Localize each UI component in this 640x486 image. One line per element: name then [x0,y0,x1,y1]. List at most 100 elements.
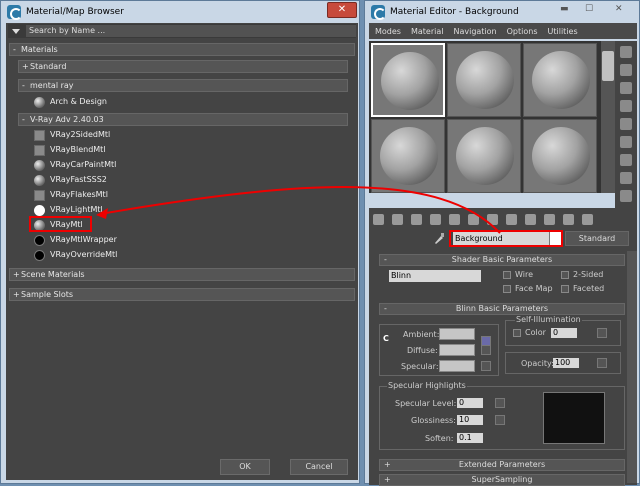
go-forward-icon[interactable] [582,213,593,225]
opacity-spinner[interactable]: 100 [553,358,579,368]
material-swatch-icon [34,235,45,246]
sample-slot[interactable] [523,119,597,193]
rollout-shader-basic[interactable]: - Shader Basic Parameters [379,254,625,266]
slots-scrollbar[interactable] [601,41,615,193]
options-icon[interactable] [620,154,632,166]
sample-slot[interactable] [371,119,445,193]
maximize-icon[interactable]: ☐ [585,4,593,14]
diffuse-color-swatch[interactable] [439,344,475,356]
group-vray[interactable]: - V-Ray Adv 2.40.03 [18,113,348,126]
browser-titlebar[interactable]: Material/Map Browser [1,1,359,23]
search-input[interactable]: Search by Name ... [26,25,356,37]
list-item-vraymtlwrapper[interactable]: VRayMtlWrapper [30,233,348,247]
self-illumination-label: Self-Illumination [515,315,582,324]
menu-navigation[interactable]: Navigation [453,27,496,36]
opacity-label: Opacity: [521,359,554,368]
soften-spinner[interactable]: 0.1 [457,433,483,443]
backlight-icon[interactable] [620,64,632,76]
face-map-label: Face Map [515,284,553,293]
specular-color-swatch[interactable] [439,360,475,372]
uv-tiling-icon[interactable] [620,100,632,112]
cancel-button[interactable]: Cancel [290,459,348,475]
video-color-check-icon[interactable] [620,118,632,130]
background-icon[interactable] [620,82,632,94]
sample-slot[interactable] [523,43,597,117]
put-to-scene-icon[interactable] [392,213,403,225]
reset-icon[interactable] [430,213,441,225]
get-material-icon[interactable] [373,213,384,225]
browser-close-button[interactable]: ✕ [327,2,357,18]
specular-map-button[interactable] [481,361,491,371]
make-unique-icon[interactable] [468,213,479,225]
glossiness-map-button[interactable] [495,415,505,425]
show-end-result-icon[interactable] [544,213,555,225]
faceted-checkbox[interactable] [561,285,569,293]
sample-slot[interactable] [447,119,521,193]
diffuse-map-button[interactable] [481,345,491,355]
self-illum-spinner[interactable]: 0 [551,328,577,338]
group-mental-ray[interactable]: - mental ray [18,79,348,92]
list-item-vrayoverridemtl[interactable]: VRayOverrideMtl [30,248,348,262]
rollout-extended-parameters[interactable]: + Extended Parameters [379,459,625,471]
group-toggle: - [22,81,25,90]
self-illum-color-checkbox[interactable] [513,329,521,337]
list-item-vrayblendmtl[interactable]: VRayBlendMtl [30,143,348,157]
menu-utilities[interactable]: Utilities [548,27,578,36]
select-by-material-icon[interactable] [620,172,632,184]
two-sided-label: 2-Sided [573,270,604,279]
editor-titlebar[interactable]: Material Editor - Background [365,1,639,23]
put-to-library-icon[interactable] [487,213,498,225]
scroll-thumb[interactable] [602,51,614,81]
sample-slot[interactable] [371,43,445,117]
self-illum-map-button[interactable] [597,328,607,338]
self-illum-color-label: Color [525,328,546,337]
list-item-vraylightmtl[interactable]: VRayLightMtl [30,203,348,217]
show-map-icon[interactable] [525,213,536,225]
rollouts-scrollbar[interactable] [627,251,637,483]
eyedropper-icon[interactable] [433,232,445,245]
sample-type-icon[interactable] [620,46,632,58]
rollout-blinn-basic[interactable]: - Blinn Basic Parameters [379,303,625,315]
ok-button[interactable]: OK [220,459,270,475]
face-map-checkbox[interactable] [503,285,511,293]
lock-icon[interactable]: C [383,334,389,343]
list-item-vrayfastsss2[interactable]: VRayFastSSS2 [30,173,348,187]
assign-to-selection-icon[interactable] [411,213,422,225]
menu-options[interactable]: Options [507,27,538,36]
list-item-vraycarpaintmtl[interactable]: VRayCarPaintMtl [30,158,348,172]
shader-type-select[interactable]: Blinn [389,270,481,282]
two-sided-checkbox[interactable] [561,271,569,279]
material-navigator-icon[interactable] [620,190,632,202]
item-label: Arch & Design [50,97,107,106]
browser-title: Material/Map Browser [26,7,124,17]
close-icon[interactable]: ✕ [615,4,623,14]
make-preview-icon[interactable] [620,136,632,148]
list-item-vray2sidedmtl[interactable]: VRay2SidedMtl [30,128,348,142]
wire-checkbox[interactable] [503,271,511,279]
group-sample-slots[interactable]: +Sample Slots [9,288,355,301]
menu-modes[interactable]: Modes [375,27,401,36]
opacity-map-button[interactable] [597,358,607,368]
material-swatch-icon [34,160,45,171]
options-dropdown-icon[interactable] [12,28,20,34]
minimize-icon[interactable]: ▬ [560,4,569,14]
group-scene-materials[interactable]: +Scene Materials [9,268,355,281]
group-standard[interactable]: +Standard [18,60,348,73]
material-id-icon[interactable] [506,213,517,225]
list-item-arch-design[interactable]: Arch & Design [30,95,348,109]
sphere-preview [532,51,590,109]
glossiness-spinner[interactable]: 10 [457,415,483,425]
sample-slot[interactable] [447,43,521,117]
group-materials[interactable]: - Materials [9,43,355,56]
ambient-color-swatch[interactable] [439,328,475,340]
specular-level-map-button[interactable] [495,398,505,408]
list-item-vrayflakesmtl[interactable]: VRayFlakesMtl [30,188,348,202]
menu-material[interactable]: Material [411,27,444,36]
go-to-parent-icon[interactable] [563,213,574,225]
rollout-supersampling[interactable]: + SuperSampling [379,474,625,486]
specular-level-spinner[interactable]: 0 [457,398,483,408]
soften-value: 0.1 [459,433,472,442]
make-copy-icon[interactable] [449,213,460,225]
material-type-button[interactable]: Standard [565,231,629,246]
opacity-value: 100 [555,358,571,367]
